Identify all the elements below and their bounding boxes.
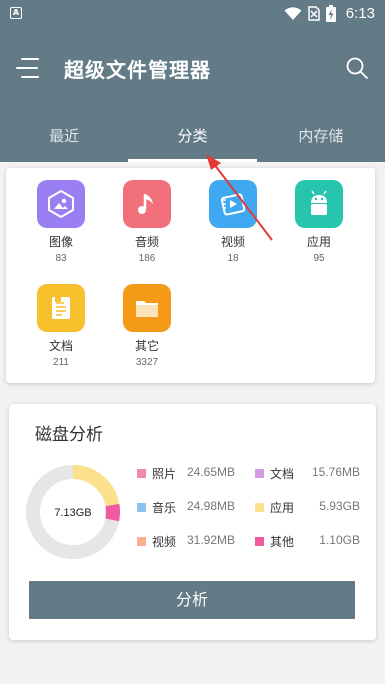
legend-value: 31.92MB [187,533,236,547]
app-bar: 超级文件管理器 [0,28,385,110]
category-other[interactable]: 其它 3327 [112,284,182,368]
legend-music: 音乐 [137,499,176,516]
legend-swatch [137,469,146,478]
legend-value: 24.98MB [187,499,236,513]
category-label: 文档 [48,339,73,353]
tab-internal-storage[interactable]: 内存储 [257,110,385,162]
clock: 6:13 [345,5,375,22]
no-sim-icon [308,6,320,21]
legend-apps: 应用 [255,499,294,516]
disk-usage-donut: 7.13GB [26,465,120,559]
app-title: 超级文件管理器 [64,58,211,82]
category-audio[interactable]: 音频 186 [112,180,182,264]
menu-icon [21,58,39,61]
wifi-icon [284,6,302,20]
category-label: 其它 [134,339,159,353]
legend-swatch [255,503,264,512]
legend-value: 24.65MB [187,465,236,479]
video-icon [209,180,257,228]
document-icon [37,284,85,332]
legend-video: 视频 [137,533,176,550]
category-label: 应用 [306,235,331,249]
legend-label: 文档 [270,467,295,481]
music-icon [123,180,171,228]
legend-other: 其他 [255,533,294,550]
search-button[interactable] [345,56,369,80]
legend-label: 照片 [152,467,177,481]
legend-value: 1.10GB [319,533,360,547]
category-count: 83 [55,253,67,264]
legend-swatch [137,537,146,546]
tab-bar: 最近 分类 内存储 [0,110,385,162]
legend-value: 5.93GB [319,499,360,513]
category-label: 视频 [220,235,245,249]
legend-label: 应用 [270,501,295,515]
menu-icon-bar [21,76,39,79]
status-icons: 6:13 [284,5,375,22]
legend-photos: 照片 [137,465,176,482]
category-count: 18 [227,253,239,264]
category-label: 图像 [48,235,73,249]
legend-swatch [255,537,264,546]
image-icon [37,180,85,228]
category-count: 3327 [135,357,159,368]
category-documents[interactable]: 文档 211 [26,284,96,368]
category-label: 音频 [134,235,159,249]
category-count: 211 [53,357,69,368]
category-video[interactable]: 视频 18 [198,180,268,264]
category-count: 186 [138,253,156,264]
folder-icon [123,284,171,332]
category-images[interactable]: 图像 83 [26,180,96,264]
menu-button[interactable] [16,56,44,82]
legend-label: 其他 [270,535,295,549]
tab-categories[interactable]: 分类 [128,110,257,162]
battery-charging-icon [325,5,336,22]
status-bar: A 6:13 [0,0,385,28]
legend-documents: 文档 [255,465,294,482]
disk-total-label: 7.13GB [54,507,91,519]
disk-analysis-card: 磁盘分析 7.13GB 照片 24.65MB 音乐 24.98MB 视频 31.… [9,404,376,640]
legend-swatch [137,503,146,512]
category-card: 图像 83 音频 186 视频 18 应用 95 文档 211 其它 3327 [6,168,375,383]
legend-value: 15.76MB [311,465,360,479]
category-apps[interactable]: 应用 95 [284,180,354,264]
tab-recent[interactable]: 最近 [0,110,128,162]
search-icon [346,57,368,79]
legend-label: 音乐 [152,501,177,515]
menu-icon-bar [16,67,38,70]
analyze-button[interactable]: 分析 [29,581,355,619]
disk-analysis-title: 磁盘分析 [35,425,103,445]
legend-swatch [255,469,264,478]
legend-label: 视频 [152,535,177,549]
app-notification-icon: A [10,7,22,19]
android-icon [295,180,343,228]
category-count: 95 [313,253,325,264]
